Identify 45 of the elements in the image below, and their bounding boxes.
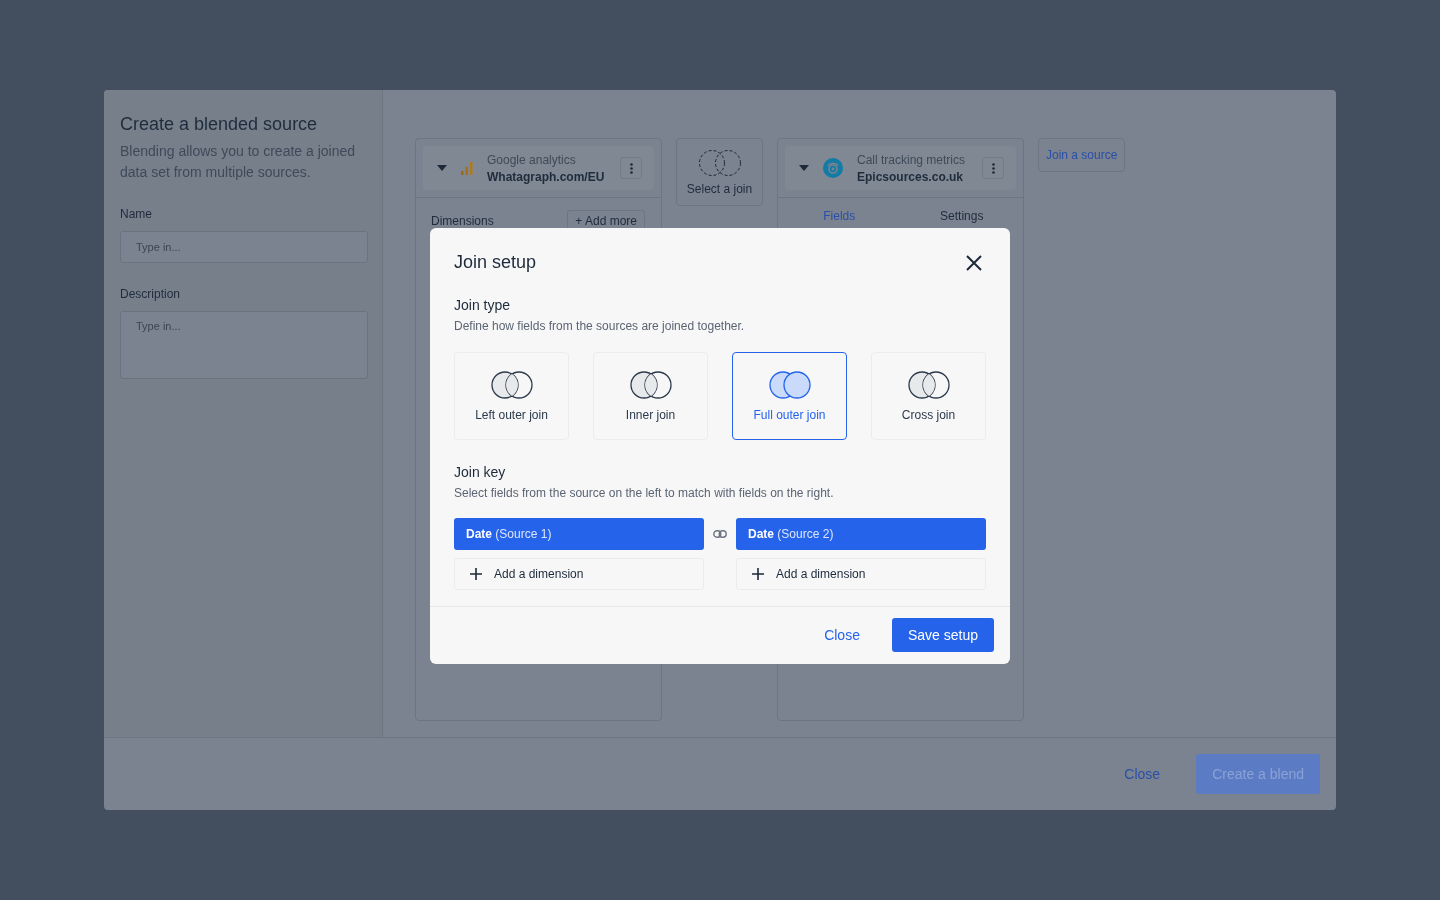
key-field[interactable]: Date (Source 2) [736, 518, 986, 550]
kebab-icon [629, 162, 633, 174]
source-name: Whatagraph.com/EU [487, 169, 606, 184]
save-setup-button[interactable]: Save setup [891, 618, 994, 652]
tab[interactable]: Settings [900, 198, 1023, 234]
dialog-title: Join setup [454, 252, 537, 273]
description-field[interactable]: Type in... [120, 311, 368, 379]
close-icon[interactable] [966, 254, 982, 271]
venn-diagram-icon [905, 370, 952, 400]
key-field[interactable]: Date (Source 1) [454, 518, 704, 550]
add-dimension-button[interactable]: Add a dimension [736, 558, 986, 590]
source-type: Google analytics [487, 152, 577, 167]
join-option[interactable]: Inner join [593, 352, 708, 440]
plus-icon [470, 568, 482, 580]
link-icon [713, 530, 727, 538]
source-name: Epicsources.co.uk [857, 169, 965, 184]
panel-description: Blending allows you to create a joined data set from multiple sources. [120, 142, 357, 182]
bar-chart-icon [461, 161, 473, 175]
venn-diagram-icon [488, 370, 535, 400]
section-heading: Join type [454, 297, 512, 313]
close-button[interactable]: Close [806, 619, 878, 651]
dashed-circles-icon [696, 148, 743, 177]
section-label: Dimensions [431, 214, 494, 228]
join-option[interactable]: Full outer join [732, 352, 847, 440]
more-button[interactable] [982, 157, 1004, 179]
field-label: Name [120, 207, 153, 221]
caret-icon[interactable] [437, 165, 447, 171]
join-option[interactable]: Left outer join [454, 352, 569, 440]
venn-diagram-icon [627, 370, 674, 400]
section-hint: Select fields from the source on the left to match with fields on the right. [454, 486, 835, 500]
target-icon [823, 158, 843, 178]
plus-icon [752, 568, 764, 580]
venn-diagram-icon [766, 370, 813, 400]
kebab-icon [991, 162, 995, 174]
add-dimension-button[interactable]: Add a dimension [454, 558, 704, 590]
section-heading: Join key [454, 464, 507, 480]
panel-title: Create a blended source [120, 114, 319, 135]
section-hint: Define how fields from the sources are joined together. [454, 319, 746, 333]
join-option[interactable]: Cross join [871, 352, 986, 440]
more-button[interactable] [620, 157, 642, 179]
caret-icon[interactable] [799, 165, 809, 171]
select-join-button[interactable]: Select a join [676, 138, 763, 206]
source-type: Call tracking metrics [857, 152, 967, 167]
field-label: Description [120, 287, 182, 301]
name-field[interactable]: Type in... [120, 231, 368, 263]
